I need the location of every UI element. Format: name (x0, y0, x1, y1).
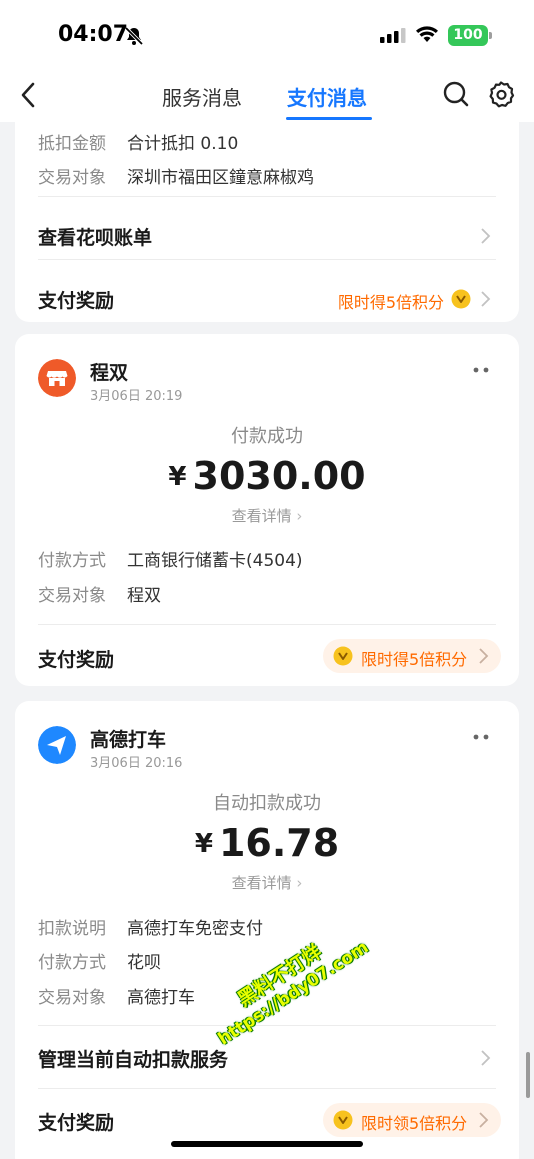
reward-pill[interactable]: 限时领5倍积分 (323, 1103, 501, 1137)
reward-text: 限时得5倍积分 (337, 293, 444, 312)
chevron-right-icon: › (296, 507, 303, 525)
active-tab-indicator (286, 117, 372, 120)
counterparty-value: 程双 (127, 586, 161, 606)
payment-method-key: 付款方式 (38, 953, 106, 973)
chevron-right-icon (481, 1050, 491, 1066)
chevron-right-icon: › (296, 874, 303, 892)
payment-amount: ¥16.78 (15, 821, 519, 865)
payment-status: 付款成功 (231, 426, 303, 447)
counterparty-value: 深圳市福田区鐘意麻椒鸡 (127, 168, 314, 188)
counterparty-value: 高德打车 (127, 988, 195, 1008)
payment-status: 自动扣款成功 (213, 793, 321, 814)
battery-icon: 100 (448, 25, 488, 46)
nav-bar: 服务消息 支付消息 (0, 72, 534, 122)
counterparty-row: 交易对象 深圳市福田区鐘意麻椒鸡 (38, 163, 314, 188)
tab-service-messages[interactable]: 服务消息 (162, 82, 242, 111)
back-icon[interactable] (18, 80, 40, 110)
amount-value: 3030.00 (192, 454, 366, 498)
wifi-icon (416, 26, 438, 42)
payment-method-key: 付款方式 (38, 551, 106, 571)
bell-slash-icon (124, 26, 144, 46)
view-details-label: 查看详情 (231, 874, 292, 892)
reward-text: 限时得5倍积分 (361, 650, 468, 669)
scrollbar[interactable] (526, 1052, 530, 1098)
merchant-name: 高德打车 (90, 729, 167, 751)
view-details-label: 查看详情 (231, 507, 292, 525)
amap-icon (38, 726, 76, 764)
divider (38, 624, 496, 625)
more-icon[interactable] (473, 367, 489, 373)
coin-icon (451, 289, 471, 309)
reward-text: 限时领5倍积分 (361, 1114, 468, 1133)
divider (38, 1088, 496, 1089)
coin-icon (333, 646, 353, 666)
payment-reward-label: 支付奖励 (38, 649, 115, 671)
tab-payment-messages[interactable]: 支付消息 (287, 82, 367, 111)
counterparty-key: 交易对象 (38, 168, 106, 188)
coin-icon (333, 1110, 353, 1130)
view-huabei-bill-label: 查看花呗账单 (38, 227, 153, 249)
chevron-right-icon (481, 228, 491, 244)
deduction-note-value: 高德打车免密支付 (127, 919, 263, 939)
counterparty-row: 交易对象 程双 (38, 581, 161, 606)
reward-pill[interactable]: 限时得5倍积分 (323, 639, 501, 673)
status-time: 04:07 (58, 22, 129, 47)
message-time: 3月06日 20:16 (90, 756, 183, 771)
chevron-right-icon (481, 291, 491, 307)
deduction-note-row: 扣款说明 高德打车免密支付 (38, 914, 263, 939)
divider (38, 1025, 496, 1026)
counterparty-key: 交易对象 (38, 988, 106, 1008)
home-indicator[interactable] (171, 1141, 363, 1147)
status-bar: 04:07 100 (0, 0, 534, 72)
divider (38, 196, 496, 197)
shop-icon (38, 359, 76, 397)
payment-method-value: 工商银行储蓄卡(4504) (127, 551, 303, 571)
payment-method-row: 付款方式 花呗 (38, 948, 161, 973)
signal-icon (380, 28, 406, 43)
divider (38, 259, 496, 260)
payment-card-1: 抵扣金额 合计抵扣 0.10 交易对象 深圳市福田区鐘意麻椒鸡 查看花呗账单 支付奖… (15, 122, 519, 322)
manage-auto-deduct-label: 管理当前自动扣款服务 (38, 1049, 229, 1071)
view-details-link[interactable]: 查看详情 › (15, 505, 519, 526)
counterparty-row: 交易对象 高德打车 (38, 983, 195, 1008)
merchant-name: 程双 (90, 362, 129, 384)
payment-card-2: 程双 3月06日 20:19 付款成功 ¥3030.00 查看详情 › 付款方式… (15, 334, 519, 686)
chevron-right-icon (479, 1112, 489, 1128)
payment-reward-label: 支付奖励 (38, 1112, 115, 1134)
deduction-key: 抵扣金额 (38, 134, 106, 154)
currency-symbol: ¥ (168, 462, 187, 492)
deduction-note-key: 扣款说明 (38, 919, 106, 939)
message-time: 3月06日 20:19 (90, 389, 183, 404)
view-details-link[interactable]: 查看详情 › (15, 872, 519, 893)
payment-card-3: 高德打车 3月06日 20:16 自动扣款成功 ¥16.78 查看详情 › 扣款… (15, 701, 519, 1159)
payment-reward-label: 支付奖励 (38, 290, 115, 312)
battery-tip (489, 32, 492, 39)
payment-method-row: 付款方式 工商银行储蓄卡(4504) (38, 546, 303, 571)
more-icon[interactable] (473, 734, 489, 740)
search-icon[interactable] (442, 80, 470, 108)
currency-symbol: ¥ (194, 829, 213, 859)
gear-icon[interactable] (487, 80, 515, 108)
amount-value: 16.78 (218, 821, 340, 865)
chevron-right-icon (479, 648, 489, 664)
deduction-row: 抵扣金额 合计抵扣 0.10 (38, 129, 238, 154)
payment-amount: ¥3030.00 (15, 454, 519, 498)
payment-method-value: 花呗 (127, 953, 161, 973)
counterparty-key: 交易对象 (38, 586, 106, 606)
deduction-value: 合计抵扣 0.10 (127, 134, 239, 154)
